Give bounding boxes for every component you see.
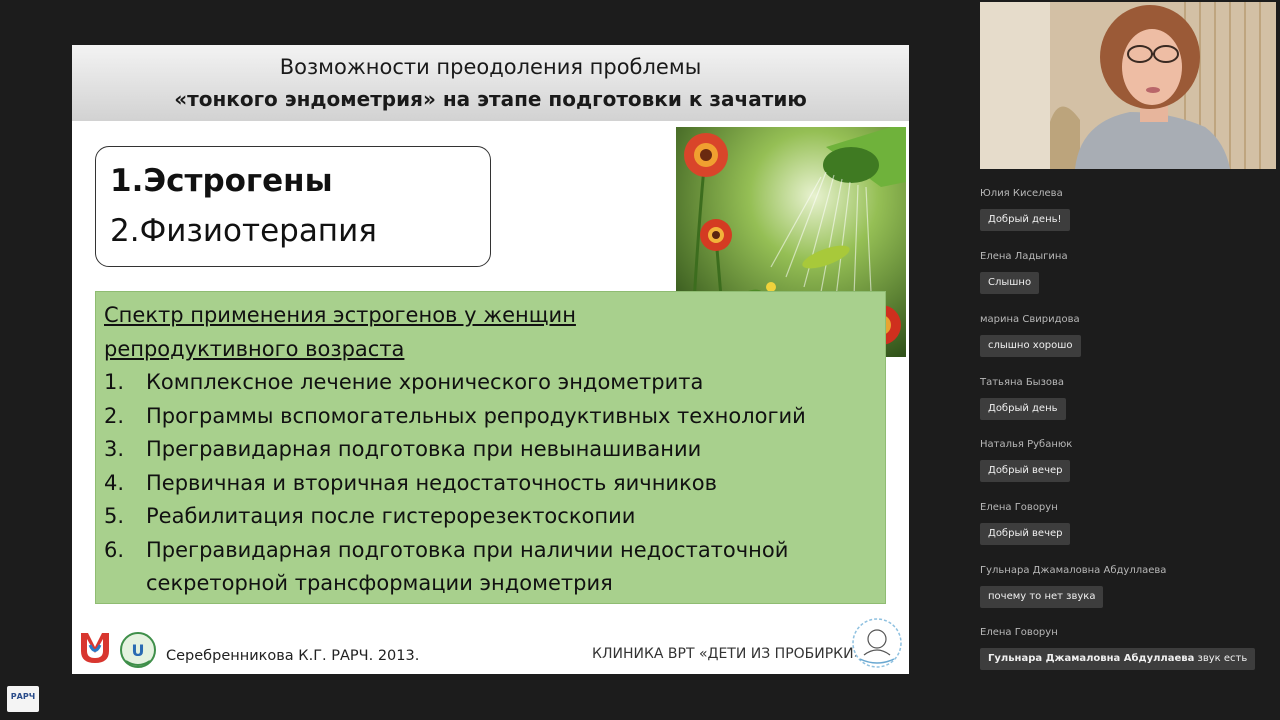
- chat-author: марина Свиридова: [980, 314, 1080, 325]
- list-item-number: 5.: [104, 504, 125, 528]
- chat-bubble: Добрый день!: [980, 209, 1070, 231]
- list-item-text: Комплексное лечение хронического эндомет…: [146, 370, 704, 394]
- chat-message: марина Свиридова слышно хорошо: [980, 314, 1081, 357]
- list-item-text: Прегравидарная подготовка при невынашива…: [146, 437, 702, 461]
- chat-author: Елена Ладыгина: [980, 251, 1068, 262]
- list-item-number: 3.: [104, 437, 125, 461]
- list-item-text: Программы вспомогательных репродуктивных…: [146, 403, 806, 428]
- chat-bubble: Добрый вечер: [980, 460, 1071, 482]
- chat-message: Татьяна Бызова Добрый день: [980, 377, 1066, 420]
- chat-author: Наталья Рубанюк: [980, 439, 1073, 450]
- list-item-number: 2.: [104, 403, 125, 428]
- chat-author: Елена Говорун: [980, 502, 1058, 513]
- list-item: 4. Первичная и вторичная недостаточность…: [104, 467, 874, 501]
- rarch-logo-label: РАРЧ: [10, 692, 36, 701]
- chat-bubble: Гульнара Джамаловна Абдуллаева звук есть: [980, 648, 1256, 670]
- list-item: 6. Прегравидарная подготовка при наличии…: [104, 534, 874, 601]
- chat-bubble-text: звук есть: [1194, 653, 1248, 664]
- list-item-number: 1.: [104, 370, 125, 394]
- spectrum-title-line2: репродуктивного возраста: [104, 337, 405, 361]
- rarch-logo-icon[interactable]: РАРЧ: [7, 686, 39, 712]
- list-item-text: Реабилитация после гистерорезектоскопии: [146, 504, 636, 528]
- chat-bubble: слышно хорошо: [980, 335, 1081, 357]
- chat-message: Елена Ладыгина Слышно: [980, 251, 1068, 294]
- method-estrogens: 1.Эстрогены: [110, 163, 333, 199]
- svg-text:U: U: [132, 641, 145, 660]
- estrogen-spectrum-box: Спектр применения эстрогенов у женщин ре…: [95, 291, 886, 604]
- spectrum-list: 1. Комплексное лечение хронического эндо…: [104, 366, 874, 601]
- chat-bubble: Добрый вечер: [980, 523, 1071, 545]
- spectrum-title-line1: Спектр применения эстрогенов у женщин: [104, 303, 576, 327]
- method-physiotherapy: 2.Физиотерапия: [110, 213, 377, 249]
- list-item-number: 6.: [104, 537, 125, 562]
- slide-header: Возможности преодоления проблемы «тонког…: [72, 45, 909, 121]
- speaker-webcam-video: [980, 2, 1276, 169]
- chat-message: Наталья Рубанюк Добрый вечер: [980, 439, 1072, 482]
- chat-message: Елена Говорун Гульнара Джамаловна Абдулл…: [980, 627, 1256, 670]
- medical-emblem-icon: U: [118, 631, 158, 669]
- list-item: 5. Реабилитация после гистерорезектоскоп…: [104, 500, 874, 534]
- list-item: 2. Программы вспомогательных репродуктив…: [104, 400, 874, 434]
- chat-author: Татьяна Бызова: [980, 377, 1065, 388]
- chat-message: Елена Говорун Добрый вечер: [980, 502, 1071, 545]
- list-item-number: 4.: [104, 470, 125, 495]
- chat-author: Юлия Киселева: [980, 188, 1063, 199]
- clinic-logo-icon: [850, 617, 904, 669]
- chat-author: Гульнара Джамаловна Абдуллаева: [980, 565, 1167, 576]
- list-item-text: Первичная и вторичная недостаточность яи…: [146, 470, 717, 495]
- chat-bubble: почему то нет звука: [980, 586, 1104, 608]
- list-item-text: Прегравидарная подготовка при наличии не…: [146, 537, 789, 596]
- university-logo-icon: [78, 629, 112, 665]
- presentation-slide: Возможности преодоления проблемы «тонког…: [72, 45, 909, 674]
- list-item: 1. Комплексное лечение хронического эндо…: [104, 366, 874, 400]
- clinic-name: КЛИНИКА ВРТ «ДЕТИ ИЗ ПРОБИРКИ»: [592, 646, 863, 662]
- chat-message: Гульнара Джамаловна Абдуллаева почему то…: [980, 565, 1166, 608]
- slide-title-line2: «тонкого эндометрия» на этапе подготовки…: [174, 87, 807, 111]
- chat-author: Елена Говорун: [980, 627, 1058, 638]
- chat-message: Юлия Киселева Добрый день!: [980, 188, 1070, 231]
- list-item: 3. Прегравидарная подготовка при невынаш…: [104, 433, 874, 467]
- slide-title-line1: Возможности преодоления проблемы: [279, 55, 702, 79]
- slide-author: Серебренникова К.Г. РАРЧ. 2013.: [166, 648, 420, 664]
- methods-box: 1.Эстрогены 2.Физиотерапия: [95, 146, 491, 267]
- spectrum-title: Спектр применения эстрогенов у женщин ре…: [104, 298, 576, 366]
- chat-mention: Гульнара Джамаловна Абдуллаева: [988, 653, 1195, 664]
- chat-bubble: Добрый день: [980, 398, 1066, 420]
- chat-bubble: Слышно: [980, 272, 1040, 294]
